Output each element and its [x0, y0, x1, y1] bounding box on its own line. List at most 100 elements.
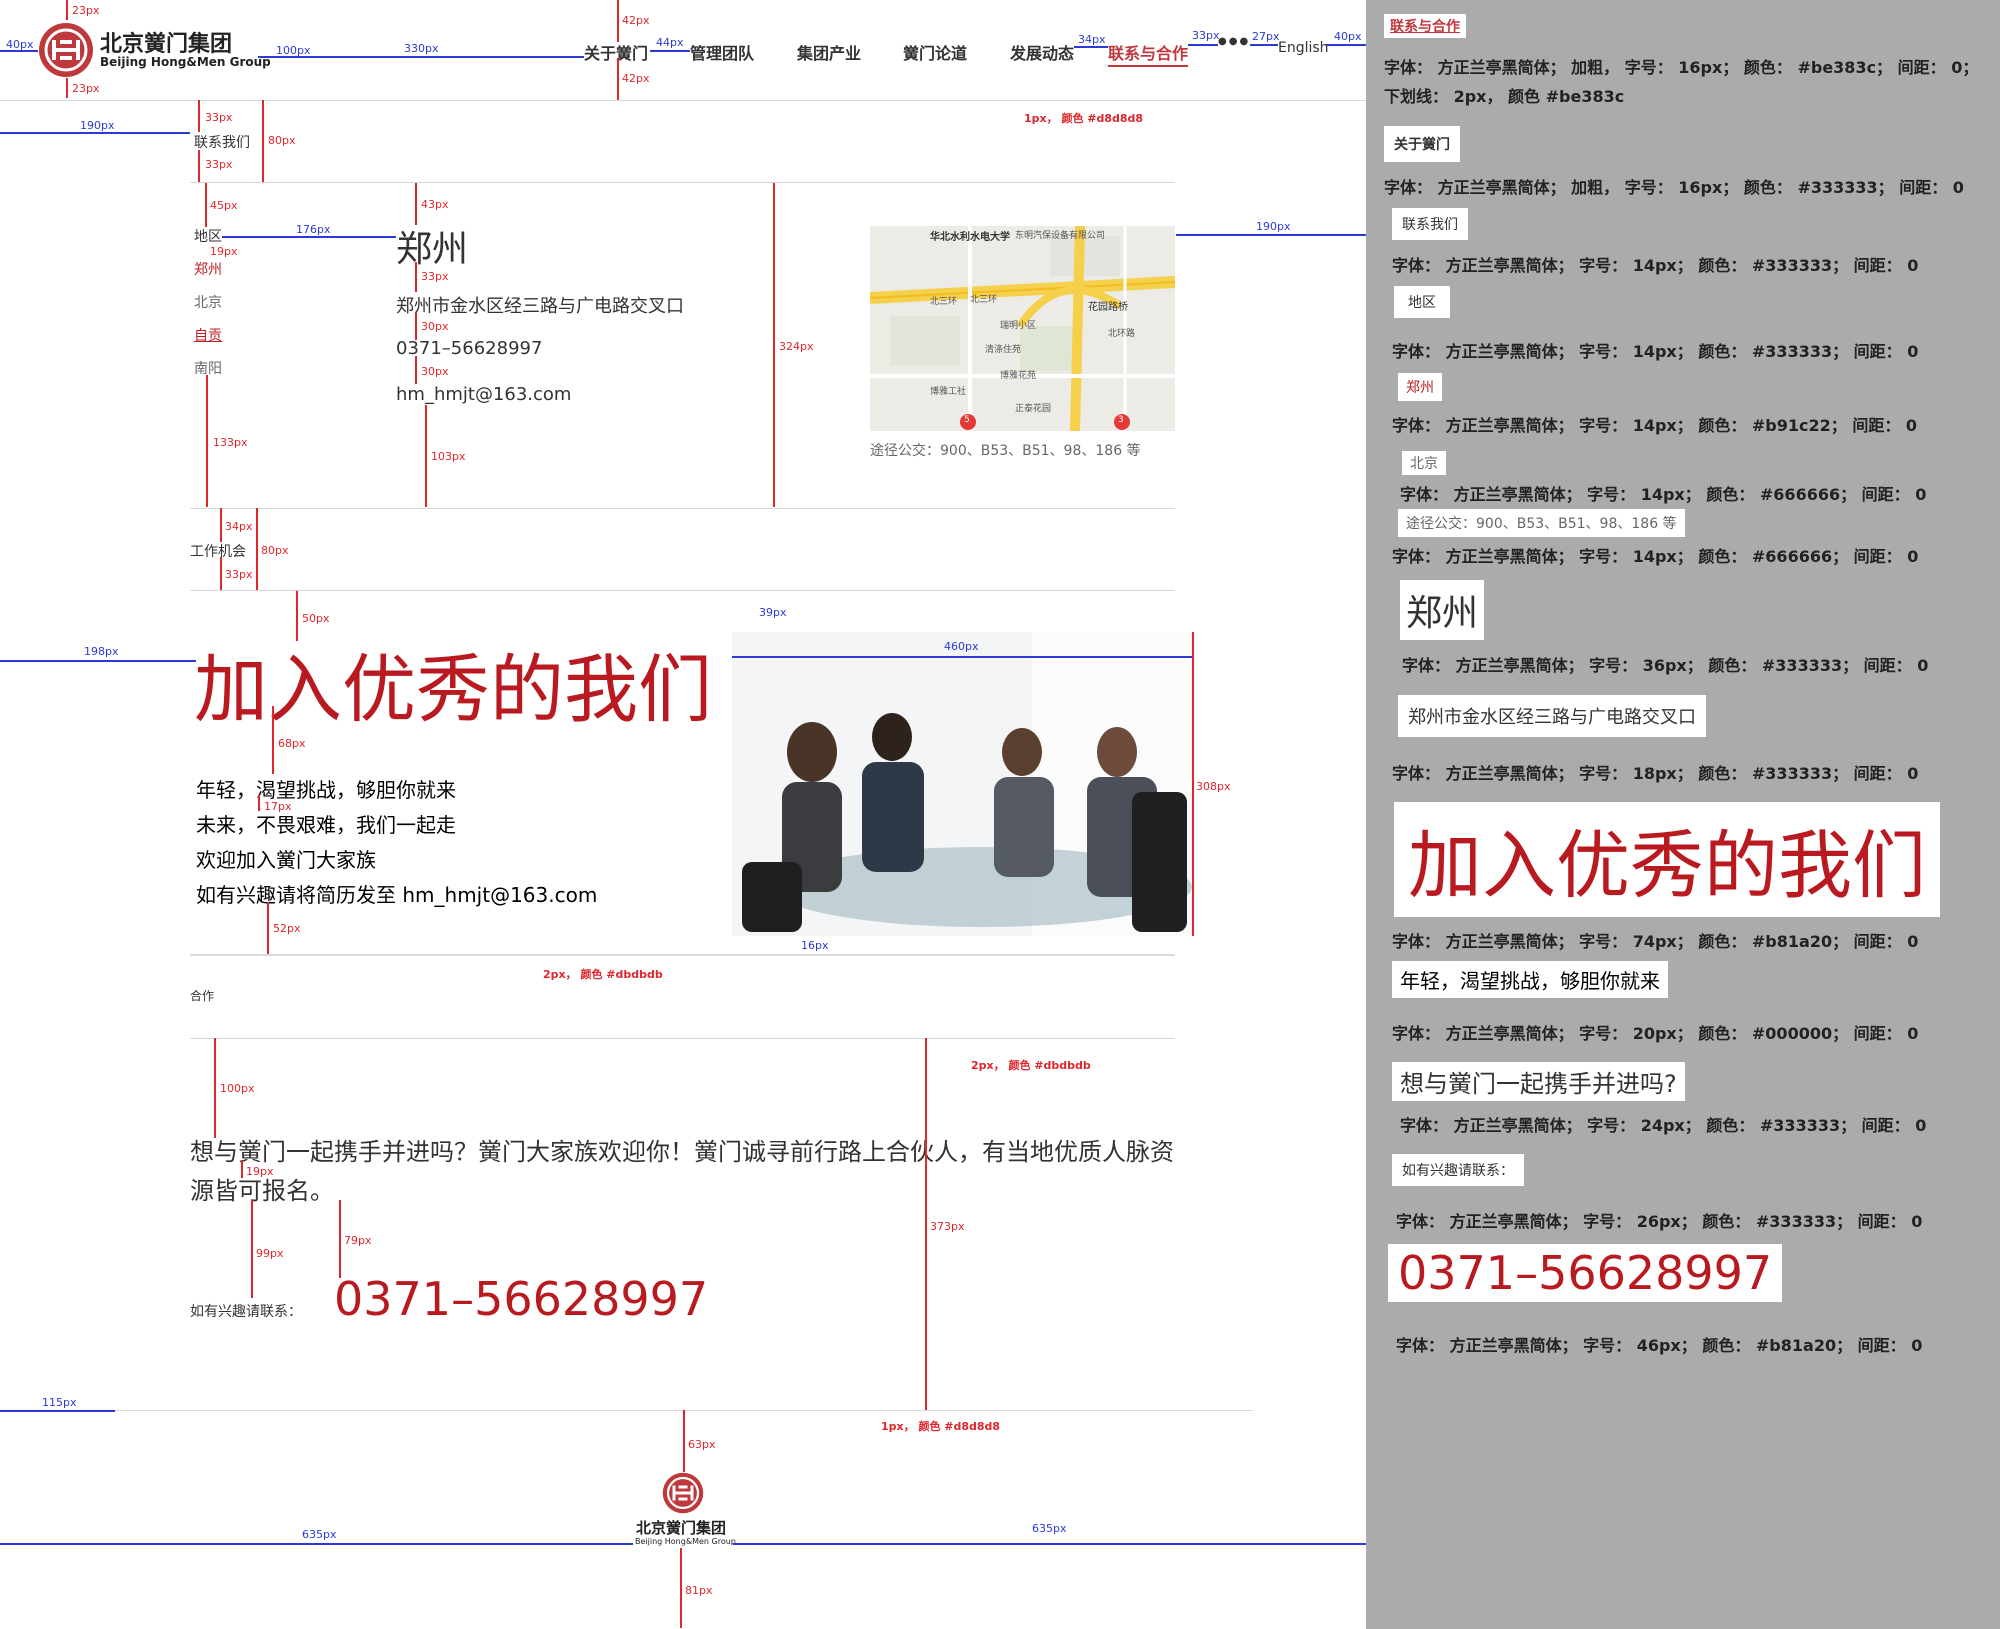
measure-label: 373px [930, 1220, 965, 1233]
region-item-nanyang[interactable]: 南阳 [194, 358, 222, 378]
coop-contact-label: 如有兴趣请联系： [190, 1304, 302, 1320]
logo-cn-text: 北京黉门集团 [100, 32, 233, 57]
join-line: 如有兴趣请将简历发至 hm_hmjt@163.com [196, 883, 598, 907]
divider [190, 182, 1175, 183]
measure-label: 40px [1334, 30, 1362, 43]
measure-label: 45px [210, 199, 238, 212]
spec-sample-contact-nav: 联系与合作 [1384, 14, 1466, 38]
map-label: 华北水利水电大学 [930, 232, 1010, 243]
nav-english[interactable]: English [1278, 40, 1329, 56]
contact-label: 联系我们 [194, 135, 250, 151]
measure-label: 34px [225, 520, 253, 533]
measure-line [198, 150, 200, 182]
measure-line [1188, 44, 1218, 46]
header-divider [0, 100, 1366, 101]
spec-desc: 字体： 方正兰亭黑简体； 字号： 74px； 颜色： #b81a20； 间距： … [1392, 932, 1919, 951]
jobs-label: 工作机会 [190, 544, 246, 560]
region-item-zhengzhou[interactable]: 郑州 [194, 259, 222, 279]
footer-logo[interactable]: 北京黉门集团 Beijing Hong&Men Group [633, 1472, 736, 1546]
logo-icon [662, 1472, 704, 1514]
city-title: 郑州 [396, 229, 469, 270]
spec-sample-region-label: 地区 [1394, 286, 1450, 318]
measure-label: 100px [276, 44, 311, 57]
measure-line [339, 1200, 341, 1278]
email-text[interactable]: hm_hmjt@163.com [396, 384, 571, 405]
measure-label: 33px [1192, 29, 1220, 42]
logo[interactable]: 北京黉门集团 Beijing Hong&Men Group [38, 20, 271, 80]
spec-desc: 字体： 方正兰亭黑简体； 加粗， 字号： 16px； 颜色： #333333； … [1384, 178, 1964, 197]
spec-desc: 字体： 方正兰亭黑简体； 字号： 14px； 颜色： #333333； 间距： … [1392, 342, 1919, 361]
measure-line [733, 1543, 1366, 1545]
measure-line [214, 1038, 216, 1138]
measure-label: 460px [944, 640, 979, 653]
spec-panel: 联系与合作 字体： 方正兰亭黑简体； 加粗， 字号： 16px； 颜色： #be… [1366, 0, 2000, 1629]
region-item-beijing[interactable]: 北京 [194, 292, 222, 312]
measure-label: 30px [421, 365, 449, 378]
spec-sample-region-active: 郑州 [1398, 373, 1442, 401]
address-text: 郑州市金水区经三路与广电路交叉口 [396, 296, 684, 317]
measure-label: 19px [246, 1165, 274, 1178]
measure-line [1326, 44, 1366, 46]
design-page: 北京黉门集团 Beijing Hong&Men Group 关于黉门 管理团队 … [0, 0, 1366, 1629]
measure-line [205, 183, 207, 227]
measure-label: 33px [205, 111, 233, 124]
bus-text: 途径公交：900、B53、B51、98、186 等 [870, 443, 1141, 459]
footer-logo-en: Beijing Hong&Men Group [635, 1537, 736, 1546]
measure-label: 99px [256, 1247, 284, 1260]
coop-phone[interactable]: 0371–56628997 [334, 1272, 708, 1326]
region-label: 地区 [194, 229, 222, 245]
divider [190, 1038, 1175, 1039]
measure-label: 198px [84, 645, 119, 658]
location-map[interactable]: 华北水利水电大学 东明汽保设备有限公司 北三环 北三环 花园路桥 瑞明小区 北环… [870, 226, 1175, 431]
measure-line [220, 557, 222, 590]
measure-label: 33px [225, 568, 253, 581]
join-line: 欢迎加入黉门大家族 [196, 848, 376, 872]
nav-contact[interactable]: 联系与合作 [1108, 40, 1189, 67]
nav-forum[interactable]: 黉门论道 [903, 40, 967, 64]
nav-industry[interactable]: 集团产业 [797, 40, 861, 64]
spec-sample-join-title: 加入优秀的我们 [1394, 802, 1940, 917]
join-line: 未来，不畏艰难，我们一起走 [196, 813, 456, 837]
measure-label: 33px [421, 270, 449, 283]
measure-line [415, 312, 417, 340]
measure-line [0, 132, 190, 134]
measure-line [241, 1160, 243, 1178]
measure-line [415, 183, 417, 225]
measure-label: 52px [273, 922, 301, 935]
measure-line [683, 1410, 685, 1472]
map-pin[interactable]: 3 [1118, 415, 1124, 425]
spec-desc: 字体： 方正兰亭黑简体； 字号： 36px； 颜色： #333333； 间距： … [1402, 656, 1929, 675]
more-icon[interactable]: ●●● [1218, 36, 1250, 47]
measure-line [222, 236, 396, 238]
measure-line [617, 0, 619, 42]
spec-sample-bus: 途径公交：900、B53、B51、98、186 等 [1398, 509, 1685, 537]
measure-label: 190px [80, 119, 115, 132]
measure-label: 133px [213, 436, 248, 449]
spec-desc: 下划线： 2px， 颜色 #be383c [1384, 87, 1625, 106]
nav-team[interactable]: 管理团队 [690, 40, 754, 64]
measure-label: 40px [6, 38, 34, 51]
spec-sample-join-line: 年轻，渴望挑战，够胆你就来 [1392, 961, 1668, 998]
measure-label: 42px [622, 14, 650, 27]
measure-line [1176, 234, 1366, 236]
nav-news[interactable]: 发展动态 [1010, 40, 1074, 64]
map-label: 清涤住苑 [985, 345, 1022, 355]
spec-desc: 字体： 方正兰亭黑简体； 字号： 18px； 颜色： #333333； 间距： … [1392, 764, 1919, 783]
measure-label: 81px [685, 1584, 713, 1597]
spec-desc: 字体： 方正兰亭黑简体； 字号： 24px； 颜色： #333333； 间距： … [1400, 1116, 1927, 1135]
spec-desc: 字体： 方正兰亭黑简体； 字号： 14px； 颜色： #666666； 间距： … [1392, 547, 1919, 566]
map-pin[interactable]: 5 [964, 415, 970, 425]
measure-line [258, 795, 260, 811]
map-label: 北三环 [970, 295, 998, 305]
region-item-zigong[interactable]: 自贡 [194, 325, 222, 345]
measure-label: 34px [1078, 33, 1106, 46]
measure-label: 635px [1032, 1522, 1067, 1535]
map-label: 博雅花苑 [1000, 371, 1037, 381]
map-label: 东明汽保设备有限公司 [1015, 231, 1106, 241]
nav-about[interactable]: 关于黉门 [584, 40, 648, 64]
map-label: 正泰花园 [1015, 404, 1052, 414]
measure-label: 44px [656, 36, 684, 49]
phone-text: 0371–56628997 [396, 338, 543, 359]
measure-line [415, 262, 417, 292]
footer-divider [0, 1410, 1253, 1411]
